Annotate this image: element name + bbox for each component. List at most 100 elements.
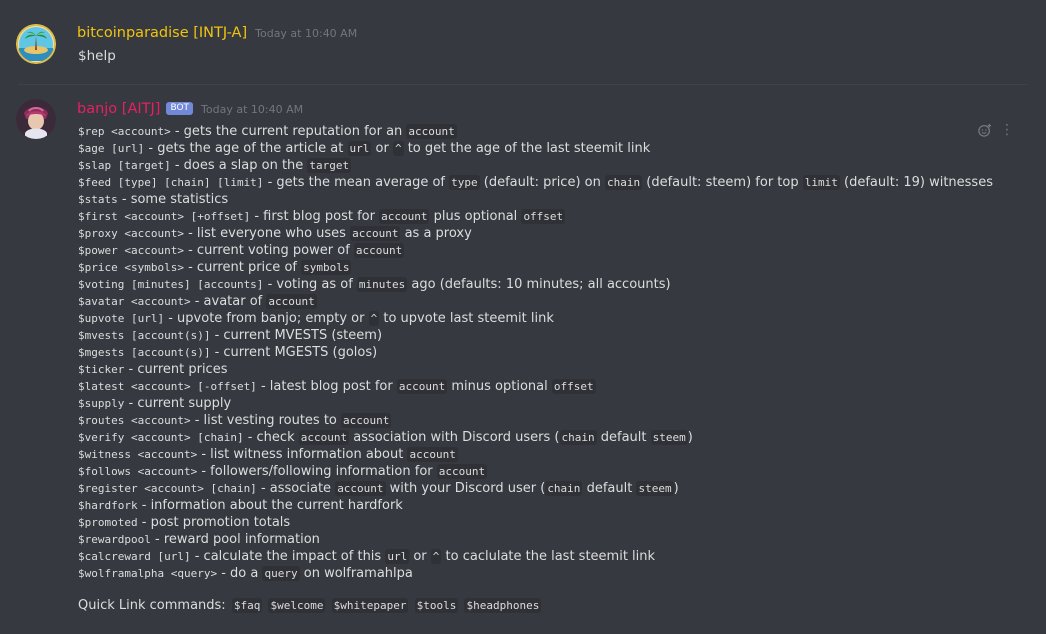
command-name: $wolframalpha <query> [78,567,218,580]
inline-code: url [385,549,410,564]
command-description: default [582,481,637,496]
help-line: $ticker - current prices [78,361,993,378]
help-line: $mvests [account(s)] - current MVESTS (s… [78,327,993,344]
command-name: $register <account> [chain] [78,482,257,495]
command-description: or [409,549,431,564]
username-banjo[interactable]: banjo [AITJ] [77,101,160,117]
command-description: - gets the mean average of [263,175,450,190]
command-description: minus optional [447,379,552,394]
inline-code: account [335,481,386,496]
command-description: with your Discord user ( [385,481,546,496]
help-line: $calcreward [url] - calculate the impact… [78,548,993,565]
inline-code: target [307,158,352,173]
help-line: $promoted - post promotion totals [78,514,993,531]
quick-link-command: $whitepaper [331,598,409,613]
help-line: $rewardpool - reward pool information [78,531,993,548]
quick-link-command: $faq [231,598,263,613]
command-name: $first <account> [+offset] [78,210,251,223]
inline-code: symbols [301,260,352,275]
command-name: $latest <account> [-offset] [78,380,257,393]
quick-links: Quick Link commands: $faq $welcome $whit… [78,598,542,613]
command-description: - gets the age of the article at [144,141,348,156]
inline-code: account [406,124,457,139]
inline-code: offset [521,209,566,224]
help-line: $follows <account> - followers/following… [78,463,993,480]
help-command-list: $rep <account> - gets the current reputa… [78,123,993,582]
inline-code: url [347,141,372,156]
command-name: $hardfork [78,499,138,512]
help-line: $upvote [url] - upvote from banjo; empty… [78,310,993,327]
command-description: - list witness information about [197,447,408,462]
command-name: $stats [78,193,118,206]
more-options-icon[interactable]: ⋮ [1000,123,1014,137]
command-description: - calculate the impact of this [190,549,386,564]
inline-code: chain [545,481,583,496]
command-name: $mgests [account(s)] [78,346,211,359]
message-banjo: banjo [AITJ] BOT Today at 10:40 AM ⋮ $re… [0,85,1046,634]
command-description: ago (defaults: 10 minutes; all accounts) [407,277,671,292]
inline-code: account [350,226,401,241]
inline-code: ^ [368,311,380,326]
command-name: $rewardpool [78,533,151,546]
command-description: (default: price) on [479,175,605,190]
command-name: $avatar <account> [78,295,191,308]
command-name: $follows <account> [78,465,198,478]
command-description: - list everyone who uses [183,226,351,241]
help-line: $routes <account> - list vesting routes … [78,412,993,429]
command-description: - associate [256,481,336,496]
command-description: - upvote from banjo; empty or [164,311,369,326]
help-line: $slap [target] - does a slap on the targ… [78,157,993,174]
inline-code: account [436,464,488,479]
inline-code: minutes [356,277,408,292]
inline-code: type [449,175,480,190]
command-name: $witness <account> [78,448,198,461]
help-line: $register <account> [chain] - associate … [78,480,993,497]
command-description: - avatar of [190,294,267,309]
inline-code: account [396,379,448,394]
command-description: - current supply [124,396,232,411]
island-avatar-icon [16,24,56,64]
command-description: - information about the current hardfork [137,498,403,513]
command-description: or [371,141,393,156]
help-line: $verify <account> [chain] - check accoun… [78,429,993,446]
inline-code: query [262,566,300,581]
avatar-bitcoinparadise[interactable] [16,24,56,64]
command-name: $proxy <account> [78,227,184,240]
command-description: to caclulate the last steemit link [441,549,656,564]
command-description: (default: 19) witnesses [839,175,993,190]
command-description: - current MGESTS (golos) [210,345,378,360]
inline-code: account [298,430,350,445]
inline-code: account [341,413,392,428]
quick-link-command: $tools [414,598,459,613]
inline-code: account [266,294,317,309]
command-name: $slap [target] [78,159,171,172]
command-description: on wolframahlpa [299,566,413,581]
bot-badge: BOT [166,101,194,115]
help-line: $avatar <account> - avatar of account [78,293,993,310]
help-line: $witness <account> - list witness inform… [78,446,993,463]
command-name: $routes <account> [78,414,191,427]
command-description: - voting as of [263,277,357,292]
command-description: - first blog post for [250,209,380,224]
command-name: $feed [type] [chain] [limit] [78,176,264,189]
command-name: $voting [minutes] [accounts] [78,278,264,291]
command-description: - check [243,430,299,445]
command-name: $age [url] [78,142,145,155]
message-bitcoinparadise: bitcoinparadise [INTJ-A] Today at 10:40 … [0,0,1046,84]
username-bitcoinparadise[interactable]: bitcoinparadise [INTJ-A] [77,25,247,41]
command-description: (default: steem) for top [642,175,803,190]
command-description: to get the age of the last steemit link [403,141,651,156]
command-name: $promoted [78,516,138,529]
command-description: - followers/following information for [197,464,437,479]
help-line: $stats - some statistics [78,191,993,208]
help-line: $proxy <account> - list everyone who use… [78,225,993,242]
timestamp: Today at 10:40 AM [255,27,358,40]
command-description: - does a slap on the [170,158,308,173]
help-line: $age [url] - gets the age of the article… [78,140,993,157]
avatar-banjo[interactable] [16,99,56,139]
command-name: $calcreward [url] [78,550,191,563]
command-description: - some statistics [117,192,229,207]
inline-code: chain [604,175,643,190]
command-name: $supply [78,397,125,410]
command-name: $price <symbols> [78,261,184,274]
